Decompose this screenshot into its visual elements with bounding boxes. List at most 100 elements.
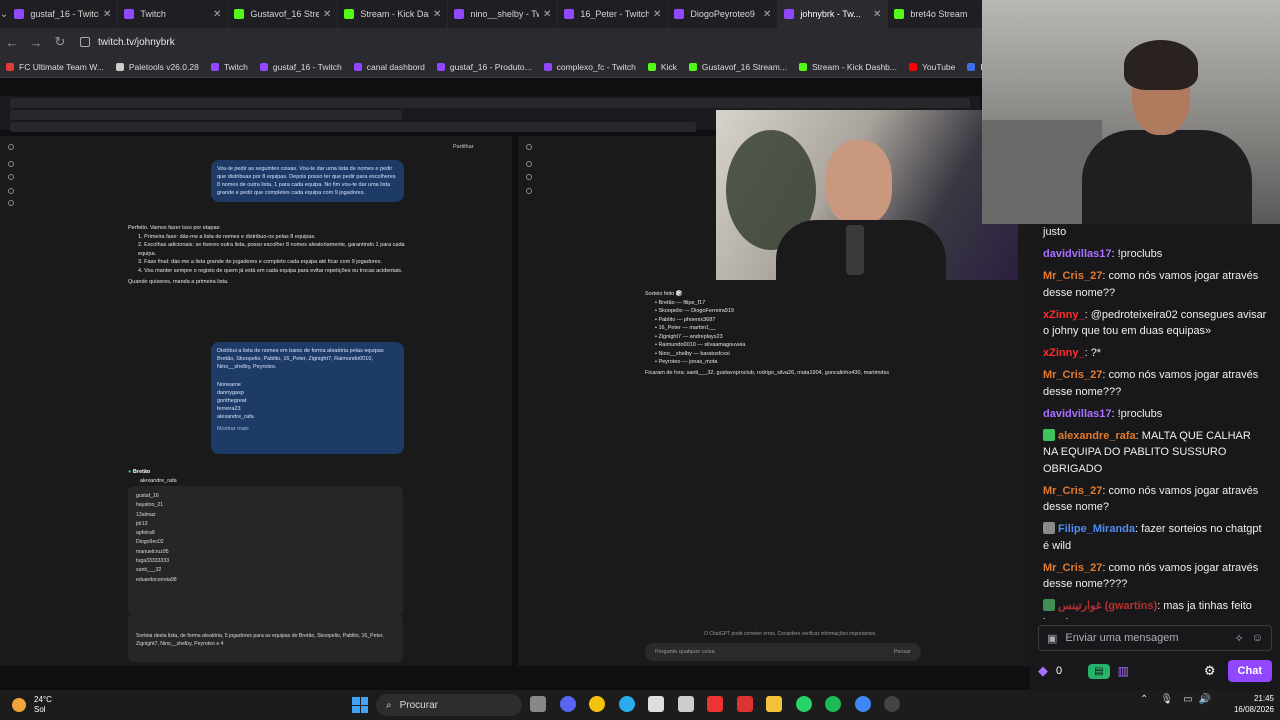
browser-tab[interactable]: Gustavof_16 Strea... ✕ [228,0,339,28]
chat-message: davidvillas17: !proclubs [1043,246,1267,263]
bookmark-label: gustaf_16 - Produto... [449,61,532,72]
answer-step: 3. Fase final: dás-me a lista grande de … [138,259,382,265]
chat-username[interactable]: Mr_Cris_27 [1043,369,1102,381]
url-field[interactable]: twitch.tv/johnybrk [80,37,175,48]
magic-icon[interactable]: ✧ [1235,632,1244,645]
browser-tab[interactable]: Stream - Kick Das... ✕ [338,0,449,28]
task-view-icon[interactable] [530,696,546,712]
bookmark-item[interactable]: complexo_fc - Twitch [543,62,636,72]
sidebar-icon [8,144,14,150]
bookmark-item[interactable]: canal dashbord [353,62,425,72]
chat-message: justo [1043,224,1267,241]
tab-title: gustaf_16 - Twitch [30,9,99,19]
capcut-icon[interactable] [648,696,664,712]
clock[interactable]: 21:45 16/08/2026 [1222,693,1274,715]
chat-message: xZinny_: ?* [1043,345,1267,362]
user-badge-icon[interactable] [1043,428,1055,441]
close-tab-icon[interactable]: ✕ [653,9,661,20]
start-button[interactable] [352,697,368,713]
browser-tab[interactable]: DiogoPeyroteo9 ✕ [668,0,779,28]
weather-widget[interactable]: 24°C Sol [12,695,52,715]
show-more-link[interactable]: Mostrar mais [217,425,398,433]
bookmark-item[interactable]: gustaf_16 - Produto... [436,61,532,72]
bookmark-item[interactable]: Stream - Kick Dashb... [798,62,897,72]
prediction-icon[interactable]: ▤ [1088,663,1110,679]
user-badge-icon[interactable] [1043,522,1055,534]
chat-username[interactable]: davidvillas17 [1043,248,1112,260]
code-line: 13almaz [136,511,156,518]
telegram-icon[interactable] [618,696,635,712]
chat-input[interactable]: ▣ Enviar uma mensagem ✧ ☺ [1038,625,1272,651]
volume-icon[interactable]: 🔊 [1199,694,1211,705]
chat-composer-right[interactable]: Pergunte qualquer coisa Pensar [645,643,921,661]
chat-username[interactable]: Filipe_Miranda [1058,523,1135,535]
whatsapp-icon[interactable] [795,696,812,712]
sidebar-icon [8,200,14,206]
chrome-icon[interactable] [589,696,605,712]
composer-hint: Pensar [893,649,911,655]
site-info-icon[interactable] [80,37,90,47]
chat-send-button[interactable]: Chat [1227,660,1272,682]
anydesk-icon[interactable] [736,696,753,712]
code-line: eduardocorreia98 [136,576,177,583]
bookmark-item[interactable]: Gustavof_16 Stream... [688,62,787,72]
draw-item: • Raimundo0010 — silvaamagouveia [655,342,746,348]
chat-composer-left[interactable]: Sorteia desta lista, de forma aleatória,… [128,614,403,662]
chat-settings-icon[interactable]: ▣ [1047,632,1057,645]
browser-tab[interactable]: 16_Peter - Twitch ✕ [558,0,669,28]
tab-title: Stream - Kick Das... [360,9,429,19]
chat-username[interactable]: Mr_Cris_27 [1043,562,1102,574]
chat-input-placeholder: Enviar uma mensagem [1065,632,1179,644]
close-tab-icon[interactable]: ✕ [873,9,881,20]
bookmark-item[interactable]: Twitch [210,62,248,72]
browser-tab[interactable]: nino__shelby - Tw... ✕ [448,0,559,28]
ea-icon[interactable] [677,696,694,712]
file-explorer-icon[interactable] [766,696,782,712]
chat-username[interactable]: Mr_Cris_27 [1043,485,1102,497]
taskbar-search[interactable]: ⌕ Procurar [376,694,522,716]
chat-settings-gear-icon[interactable]: ⚙ [1204,663,1216,679]
browser-tab[interactable]: Twitch ✕ [118,0,229,28]
kick-favicon-icon [344,9,355,19]
bits-icon[interactable]: ▥ [1118,664,1129,678]
chat-username[interactable]: غوارتينس (gwartins) [1058,600,1157,612]
discord-icon[interactable] [559,696,576,712]
capture-icon[interactable] [707,696,723,712]
spotify-icon[interactable] [825,696,841,712]
chat-username[interactable]: davidvillas17 [1043,408,1112,420]
wifi-icon[interactable]: ▭ [1183,694,1192,705]
list-item: gonthegreat [217,398,247,404]
code-line: santi___32 [136,567,162,574]
forward-icon[interactable]: → [24,35,48,50]
close-tab-icon[interactable]: ✕ [103,9,111,20]
obs-icon[interactable] [884,696,900,712]
tab-search-dropdown-icon[interactable]: ⌄ [0,0,8,28]
answer-outro: Quando quiseres, manda a primeira lista. [128,279,229,285]
bookmark-item[interactable]: YouTube [908,62,955,72]
bookmark-item[interactable]: gustaf_16 - Twitch [259,62,342,72]
browser-tab[interactable]: johnybrk - Tw... ✕ [778,0,889,28]
stream-video[interactable]: Partilhar Vou-te pedir as seguintes cois… [0,78,1030,690]
emote-icon[interactable]: ☺ [1252,632,1263,644]
mic-tray-icon[interactable]: 🎙 [1160,694,1173,705]
close-tab-icon[interactable]: ✕ [323,9,331,20]
chat-input-area: ▣ Enviar uma mensagem ✧ ☺ ◆ 0 ▤ ▥ ⚙ Chat [1030,620,1280,690]
browser-tab[interactable]: gustaf_16 - Twitch ✕ [8,0,119,28]
bookmark-item[interactable]: Paletools v26.0.28 [115,62,199,72]
close-tab-icon[interactable]: ✕ [543,9,551,20]
chevron-up-icon[interactable]: ⌃ [1140,694,1148,705]
bookmark-item[interactable]: Kick [647,62,677,72]
channel-points-icon[interactable]: ◆ [1038,663,1048,679]
chat-username[interactable]: xZinny_ [1043,347,1085,359]
chat-username[interactable]: alexandre_rafa [1058,430,1136,442]
user-badge-icon[interactable] [1043,599,1055,611]
close-tab-icon[interactable]: ✕ [763,9,771,20]
close-tab-icon[interactable]: ✕ [433,9,441,20]
chat-username[interactable]: Mr_Cris_27 [1043,270,1102,282]
chrome-active-icon[interactable] [854,696,871,712]
reload-icon[interactable]: ↻ [48,34,72,50]
bookmark-item[interactable]: FC Ultimate Team W... [6,62,104,72]
back-icon[interactable]: ← [0,35,24,50]
chat-username[interactable]: xZinny_ [1043,309,1085,321]
close-tab-icon[interactable]: ✕ [213,9,221,20]
